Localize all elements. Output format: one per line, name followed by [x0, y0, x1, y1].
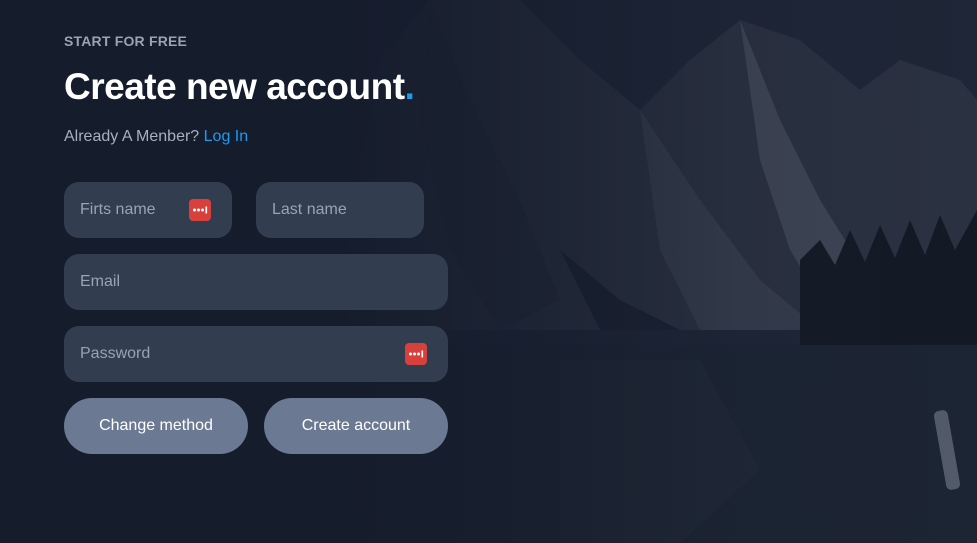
first-name-field-wrapper: [64, 182, 232, 238]
page-title-text: Create new account: [64, 66, 405, 107]
email-field-wrapper: [64, 254, 448, 310]
change-method-button[interactable]: Change method: [64, 398, 248, 454]
create-account-button[interactable]: Create account: [264, 398, 448, 454]
login-link[interactable]: Log In: [204, 128, 248, 145]
password-manager-icon[interactable]: [189, 199, 211, 221]
last-name-field-wrapper: [256, 182, 424, 238]
password-field-wrapper: [64, 326, 448, 382]
member-prompt-text: Already A Menber?: [64, 128, 200, 145]
last-name-input[interactable]: [256, 182, 424, 238]
email-input[interactable]: [64, 254, 448, 310]
member-prompt: Already A Menber? Log In: [64, 128, 248, 146]
password-input[interactable]: [64, 326, 448, 382]
page-title: Create new account.: [64, 66, 415, 108]
title-accent-dot: .: [404, 66, 415, 107]
eyebrow-label: START FOR FREE: [64, 33, 188, 49]
password-manager-icon[interactable]: [405, 343, 427, 365]
